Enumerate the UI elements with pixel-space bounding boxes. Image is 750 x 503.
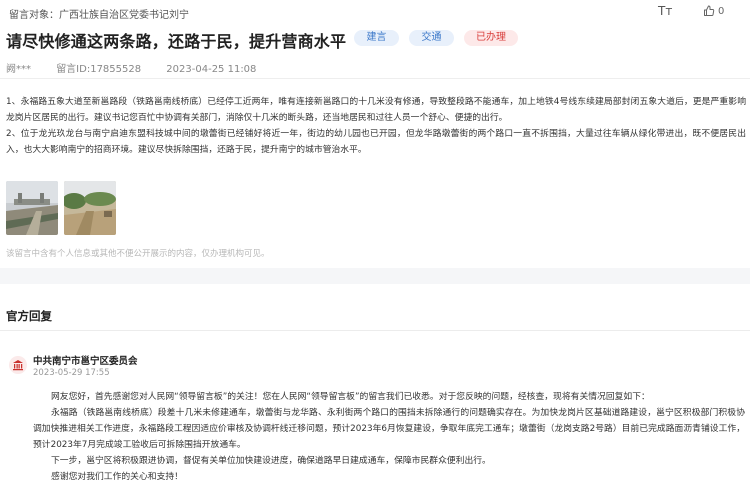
reply-organization: 中共南宁市邕宁区委员会 [33,356,138,367]
top-bar: 留言对象：广西壮族自治区党委书记刘宁 Tт 0 [0,0,750,24]
reply-paragraph: 网友您好，首先感谢您对人民网“领导留言板”的关注！您在人民网“领导留言板”的留言… [51,392,650,402]
divider [0,330,750,331]
reply-paragraph: 感谢您对我们工作的关心和支持！ [51,472,183,482]
message-date: 2023-04-25 11:08 [166,64,257,75]
message-paragraph: 2、位于龙光玖龙台与南宁启迪东盟科技城中间的墩蕾街已经铺好将近一年，街边的幼儿园… [6,129,746,155]
message-meta: 阙*** 留言ID:17855528 2023-04-25 11:08 [6,60,278,75]
reply-date: 2023-05-29 17:55 [33,368,110,378]
attachment-image-1[interactable] [6,181,58,235]
tag-suggestion[interactable]: 建言 [354,30,399,46]
message-author: 阙*** [6,64,31,75]
attachment-images [6,181,116,235]
attachment-image-2[interactable] [64,181,116,235]
tag-status-handled: 已办理 [464,30,518,46]
message-tags: 建言 交通 已办理 [354,30,528,46]
privacy-disclaimer: 该留言中含有个人信息或其他不便公开展示的内容，仅办理机构可见。 [6,249,270,259]
message-body: 1、永福路五象大道至新邕路段（铁路邕南线桥底）已经停工近两年，唯有连接新邕路口的… [6,94,746,158]
divider [0,78,750,79]
recipient-label: 留言对象：广西壮族自治区党委书记刘宁 [9,10,189,21]
thumbs-up-icon [704,5,715,16]
reply-paragraph: 永福路（铁路邕南线桥底）段差十几米未修建通车，墩蕾街与龙华路、永利街两个路口的围… [33,408,745,450]
message-id: 留言ID:17855528 [56,64,142,75]
section-separator [0,268,750,284]
reply-paragraph: 下一步，邕宁区将积极跟进协调，督促有关单位加快建设进度，确保道路早日建成通车，保… [51,456,491,466]
tag-traffic[interactable]: 交通 [409,30,454,46]
like-button[interactable]: 0 [703,5,724,17]
message-title: 请尽快修通这两条路，还路于民，提升营商水平 [6,32,347,51]
message-paragraph: 1、永福路五象大道至新邕路段（铁路邕南线桥底）已经停工近两年，唯有连接新邕路口的… [6,97,746,123]
like-count: 0 [718,5,725,17]
reply-body: 网友您好，首先感谢您对人民网“领导留言板”的关注！您在人民网“领导留言板”的留言… [33,389,745,485]
font-size-icon[interactable]: Tт [658,4,672,18]
government-building-icon [9,356,27,374]
official-reply-heading: 官方回复 [6,309,52,323]
